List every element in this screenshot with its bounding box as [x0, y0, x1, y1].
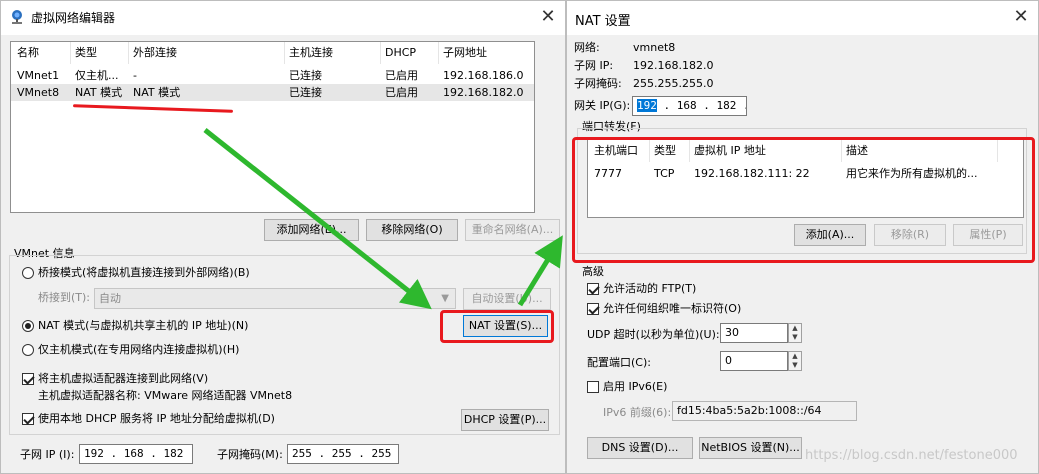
bridge-to-select: 自动 ▼: [94, 288, 456, 309]
left-titlebar: 虚拟网络编辑器 ✕: [1, 1, 565, 35]
spin-down-icon[interactable]: ▼: [789, 333, 801, 342]
network-globe-icon: [12, 10, 22, 24]
use-dhcp-label: 使用本地 DHCP 服务将 IP 地址分配给虚拟机(D): [38, 412, 275, 425]
udp-timeout-input[interactable]: 30: [720, 323, 788, 343]
allow-uid-label: 允许任何组织唯一标识符(O): [603, 302, 742, 315]
cell-external: NAT 模式: [133, 86, 181, 99]
column-dhcp[interactable]: DHCP: [381, 42, 439, 64]
allow-ftp-label: 允许活动的 FTP(T): [603, 282, 697, 295]
bridge-to-value: 自动: [99, 292, 121, 305]
subnet-ip-input[interactable]: 192 . 168 . 182 . 0: [79, 444, 193, 464]
cell-subnet: 192.168.186.0: [443, 69, 524, 82]
cell-dhcp: 已启用: [385, 86, 418, 99]
left-close-icon[interactable]: ✕: [535, 5, 561, 29]
gateway-ip-label: 网关 IP(G):: [574, 99, 631, 112]
column-subnet[interactable]: 子网地址: [439, 42, 535, 64]
subnet-ip-label: 子网 IP (I):: [20, 448, 75, 461]
nat-mode-radio[interactable]: [22, 320, 34, 332]
bridge-to-label: 桥接到(T):: [38, 291, 91, 304]
right-close-icon[interactable]: ✕: [1008, 5, 1034, 29]
cell-dhcp: 已启用: [385, 69, 418, 82]
allow-ftp-checkbox[interactable]: [587, 283, 599, 295]
enable-ipv6-checkbox[interactable]: [587, 381, 599, 393]
nat-subnet-ip-value: 192.168.182.0: [633, 59, 714, 72]
config-port-stepper[interactable]: ▲ ▼: [788, 351, 802, 371]
udp-timeout-label: UDP 超时(以秒为单位)(U):: [587, 328, 720, 341]
right-titlebar: NAT 设置 ✕: [567, 1, 1038, 35]
subnet-mask-label: 子网掩码(M):: [217, 448, 283, 461]
spin-up-icon[interactable]: ▲: [789, 324, 801, 333]
cell-host: 已连接: [289, 69, 322, 82]
cell-subnet: 192.168.182.0: [443, 86, 524, 99]
gateway-ip-rest: . 168 . 182 . 2: [663, 99, 746, 112]
netbios-settings-button[interactable]: NetBIOS 设置(N)...: [699, 437, 802, 459]
bridge-mode-label: 桥接模式(将虚拟机直接连接到外部网络)(B): [38, 266, 250, 279]
config-port-input[interactable]: 0: [720, 351, 788, 371]
spin-down-icon[interactable]: ▼: [789, 361, 801, 370]
auto-settings-button: 自动设置(U)...: [463, 288, 551, 310]
add-network-button[interactable]: 添加网络(E)...: [264, 219, 359, 241]
nat-subnet-ip-label: 子网 IP:: [574, 59, 614, 72]
udp-timeout-stepper[interactable]: ▲ ▼: [788, 323, 802, 343]
nat-settings-window: NAT 设置 ✕ 网络: vmnet8 子网 IP: 192.168.182.0…: [566, 0, 1039, 474]
network-list[interactable]: 名称 类型 外部连接 主机连接 DHCP 子网地址 VMnet1 仅主机... …: [10, 41, 535, 213]
cell-name: VMnet8: [17, 86, 60, 99]
rename-network-button: 重命名网络(A)...: [465, 219, 560, 241]
watermark-text: https://blog.csdn.net/festone000: [805, 448, 1018, 463]
gateway-ip-input[interactable]: 192 . 168 . 182 . 2: [632, 96, 747, 116]
remove-network-button[interactable]: 移除网络(O): [366, 219, 458, 241]
gateway-ip-selected-octet: 192: [637, 99, 657, 112]
nat-subnet-mask-value: 255.255.255.0: [633, 77, 714, 90]
host-only-label: 仅主机模式(在专用网络内连接虚拟机)(H): [38, 343, 240, 356]
port-forward-highlight-annotation: [572, 137, 1035, 263]
subnet-mask-input[interactable]: 255 . 255 . 255 . 0: [287, 444, 399, 464]
column-external[interactable]: 外部连接: [129, 42, 285, 64]
adapter-name-text: 主机虚拟适配器名称: VMware 网络适配器 VMnet8: [38, 389, 293, 402]
table-row[interactable]: VMnet8 NAT 模式 NAT 模式 已连接 已启用 192.168.182…: [11, 84, 534, 101]
ipv6-prefix-input: fd15:4ba5:5a2b:1008::/64: [672, 401, 857, 421]
cell-host: 已连接: [289, 86, 322, 99]
cell-name: VMnet1: [17, 69, 60, 82]
bridge-mode-radio[interactable]: [22, 267, 34, 279]
nat-mode-label: NAT 模式(与虚拟机共享主机的 IP 地址)(N): [38, 319, 249, 332]
network-list-header: 名称 类型 外部连接 主机连接 DHCP 子网地址: [11, 42, 534, 64]
connect-adapter-checkbox[interactable]: [22, 373, 34, 385]
cell-external: -: [133, 69, 137, 82]
connect-adapter-label: 将主机虚拟适配器连接到此网络(V): [38, 372, 209, 385]
cell-type: 仅主机...: [75, 69, 119, 82]
allow-uid-checkbox[interactable]: [587, 303, 599, 315]
dns-settings-button[interactable]: DNS 设置(D)...: [587, 437, 693, 459]
network-label: 网络:: [574, 41, 600, 54]
network-value: vmnet8: [633, 41, 676, 54]
right-window-title: NAT 设置: [575, 14, 631, 29]
dhcp-settings-button[interactable]: DHCP 设置(P)...: [461, 409, 549, 431]
left-window-title: 虚拟网络编辑器: [31, 11, 116, 25]
column-type[interactable]: 类型: [71, 42, 129, 64]
column-name[interactable]: 名称: [13, 42, 71, 64]
ipv6-prefix-label: IPv6 前缀(6):: [603, 406, 672, 419]
chevron-down-icon: ▼: [441, 293, 449, 304]
advanced-label: 高级: [582, 265, 604, 278]
virtual-network-editor-window: 虚拟网络编辑器 ✕ 名称 类型 外部连接 主机连接 DHCP 子网地址 VMne…: [0, 0, 566, 474]
nat-subnet-mask-label: 子网掩码:: [574, 77, 622, 90]
table-row[interactable]: VMnet1 仅主机... - 已连接 已启用 192.168.186.0: [11, 67, 534, 84]
config-port-label: 配置端口(C):: [587, 356, 651, 369]
host-only-radio[interactable]: [22, 344, 34, 356]
cell-type: NAT 模式: [75, 86, 123, 99]
enable-ipv6-label: 启用 IPv6(E): [603, 380, 668, 393]
column-host[interactable]: 主机连接: [285, 42, 381, 64]
nat-settings-highlight-annotation: [440, 310, 554, 343]
spin-up-icon[interactable]: ▲: [789, 352, 801, 361]
use-dhcp-checkbox[interactable]: [22, 413, 34, 425]
